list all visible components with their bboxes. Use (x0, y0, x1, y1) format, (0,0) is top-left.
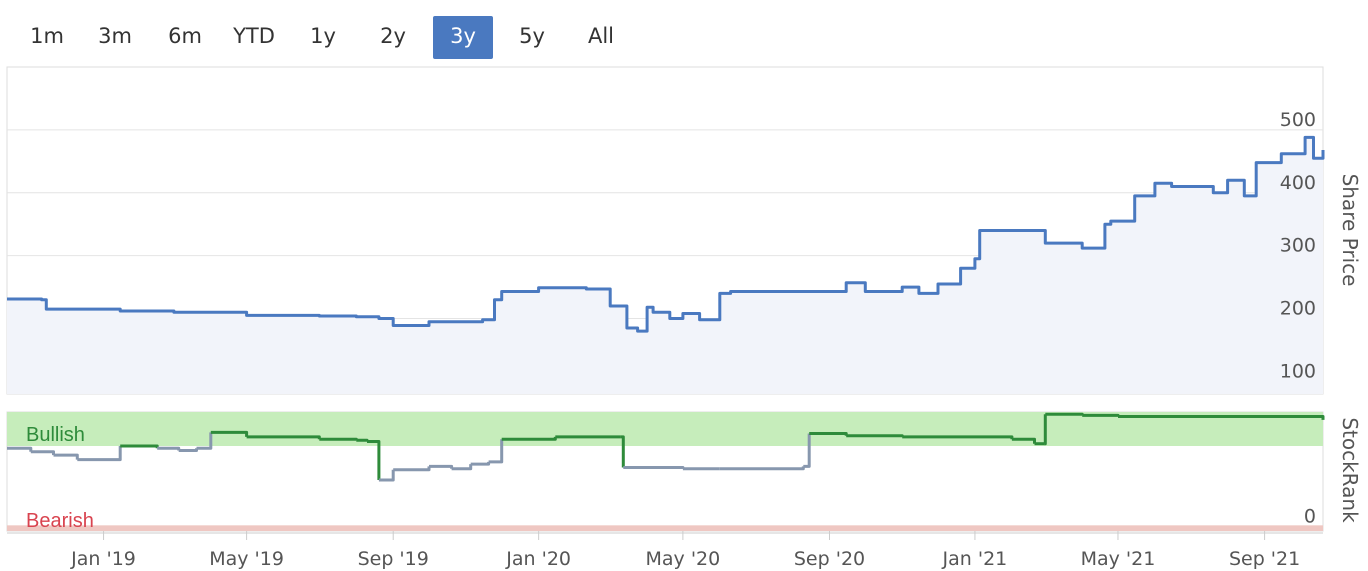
price-tick-label: 100 (1280, 360, 1316, 382)
stockrank-segment (623, 466, 685, 469)
price-tick-label: 300 (1280, 235, 1316, 257)
rank-tick-label: 0 (1304, 505, 1316, 527)
x-axis: Jan '19 May '19 Sep '19 Jan '20 May '20 Sep '… (7, 531, 1323, 570)
price-tick-label: 200 (1280, 298, 1316, 320)
price-area (7, 137, 1323, 394)
stockrank-pane: Bullish Bearish 0 StockRank (6, 411, 1362, 532)
x-tick-label: May '19 (209, 548, 284, 570)
stockrank-segment (356, 438, 369, 442)
stockrank-segment (1043, 414, 1047, 446)
x-tick-label: Sep '20 (794, 548, 865, 570)
price-tick-label: 500 (1280, 109, 1316, 131)
price-axis-title: Share Price (1338, 174, 1362, 287)
price-pane: 100 200 300 400 500 Share Price (6, 66, 1362, 395)
bearish-label: Bearish (26, 510, 94, 532)
stock-chart: 100 200 300 400 500 Share Price Bullish Bear… (6, 66, 1362, 570)
rank-y-ticks: 0 (1304, 505, 1316, 527)
stockrank-segment (319, 437, 358, 441)
stockrank-axis-title: StockRank (1338, 417, 1362, 523)
x-tick-label: May '20 (646, 548, 721, 570)
stockrank-segment (1045, 412, 1084, 416)
x-tick-label: Jan '19 (70, 548, 136, 570)
bullish-label: Bullish (26, 424, 85, 446)
stockrank-segment (1082, 413, 1120, 417)
x-tick-label: Sep '21 (1229, 548, 1300, 570)
x-tick-label: Jan '20 (505, 548, 571, 570)
stockrank-segment (846, 434, 904, 438)
bearish-zone (7, 525, 1323, 531)
x-tick-label: Sep '19 (358, 548, 429, 570)
x-tick-label: May '21 (1081, 548, 1156, 570)
x-tick-label: Jan '21 (942, 548, 1008, 570)
price-tick-label: 400 (1280, 172, 1316, 194)
